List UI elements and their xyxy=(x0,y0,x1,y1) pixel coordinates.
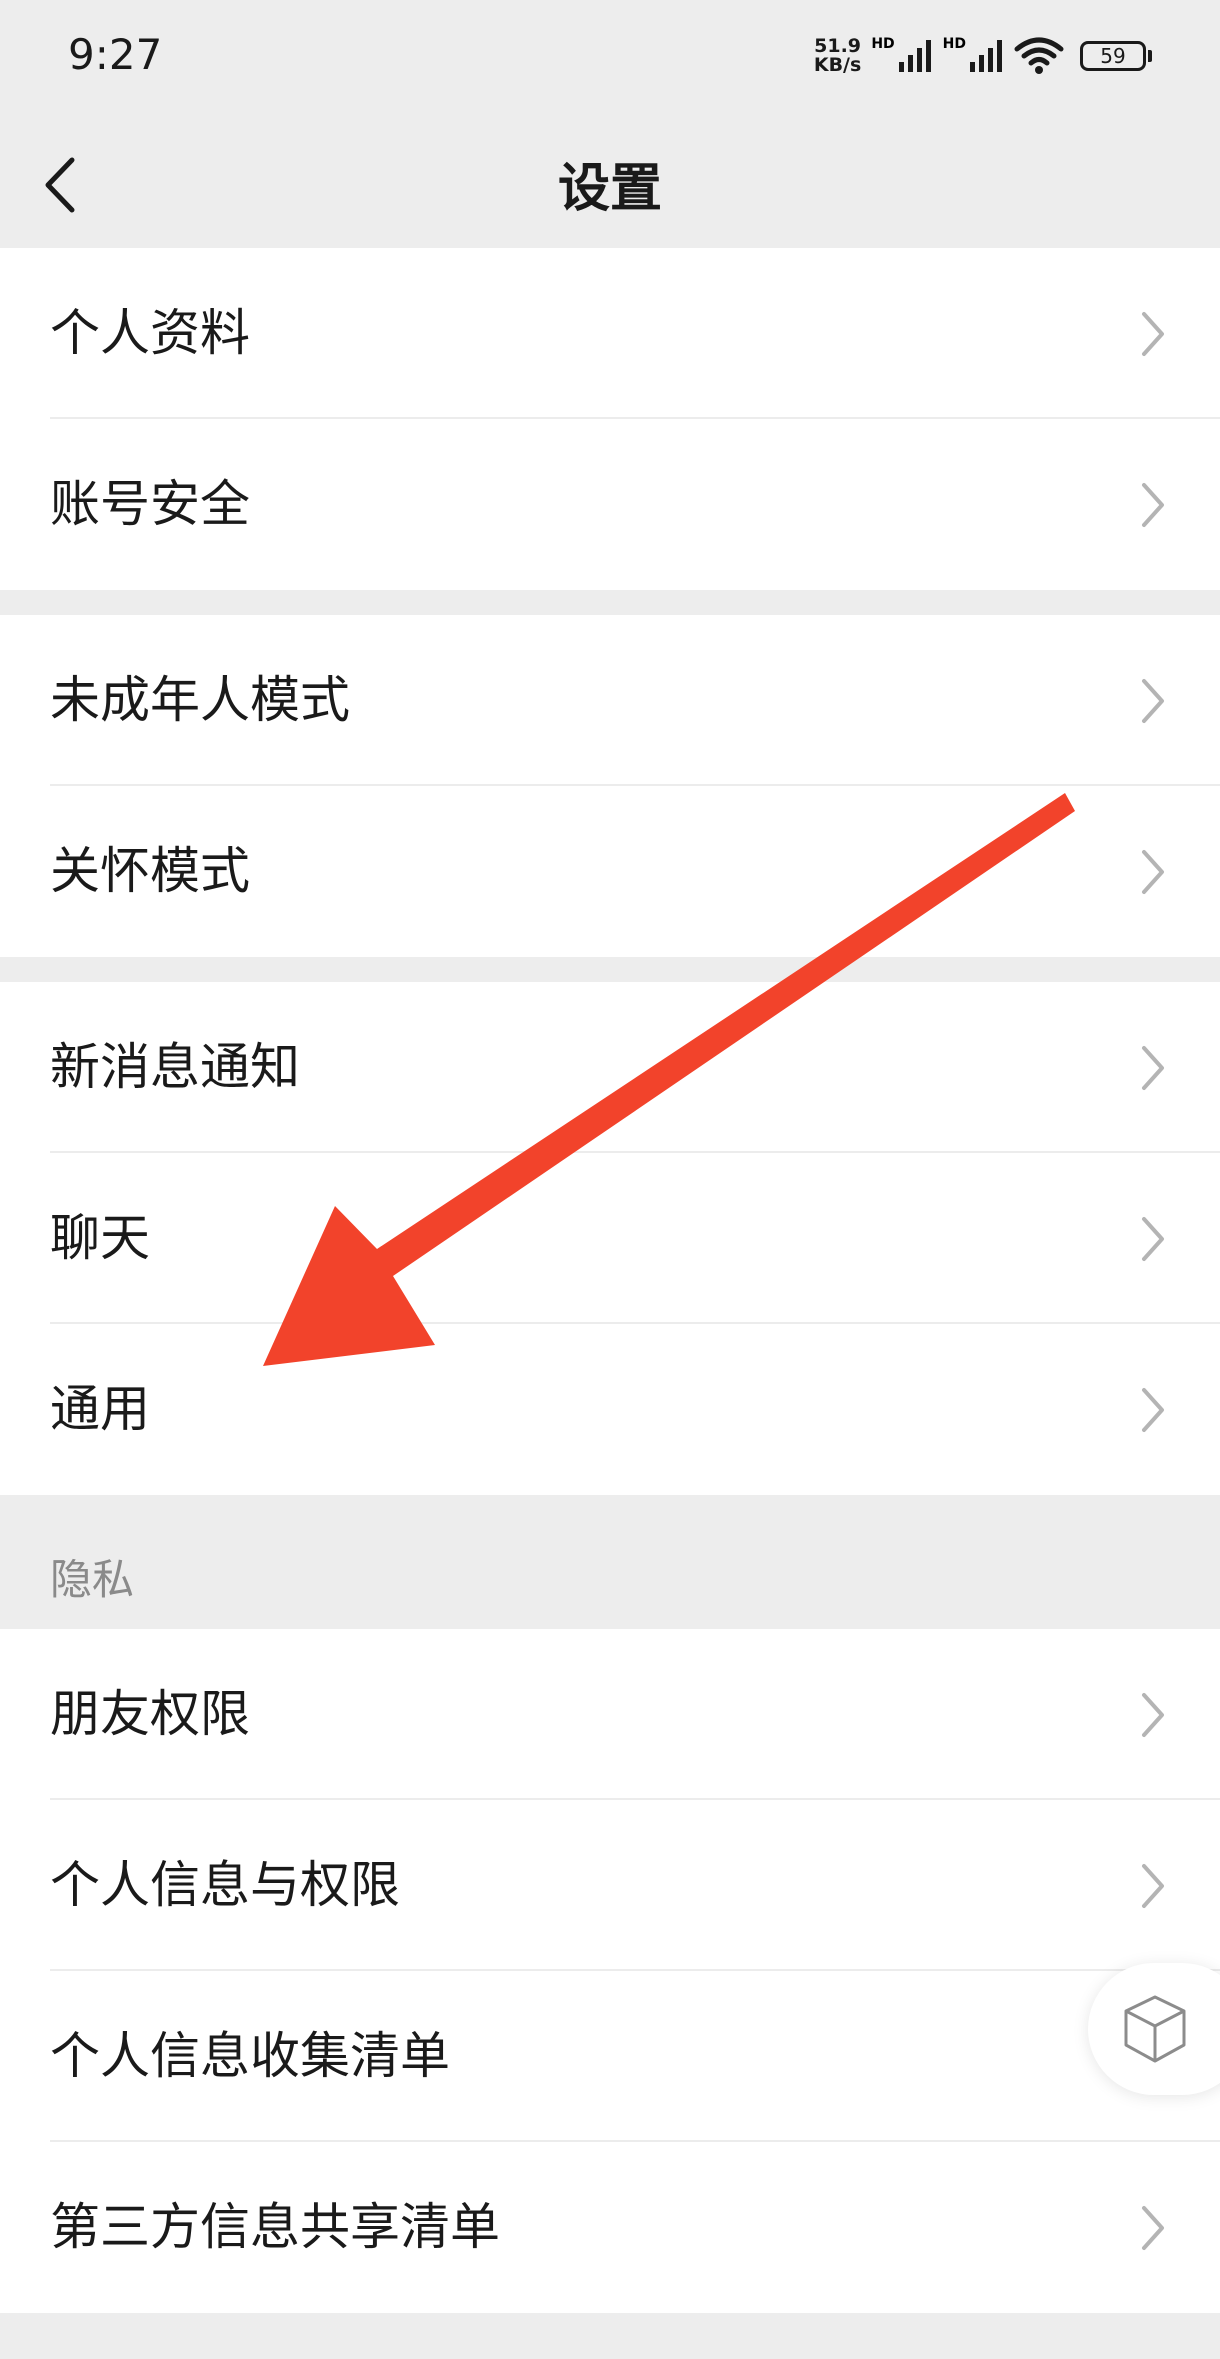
arrow-shape xyxy=(263,793,1075,1366)
red-arrow-annotation xyxy=(263,793,1075,1366)
